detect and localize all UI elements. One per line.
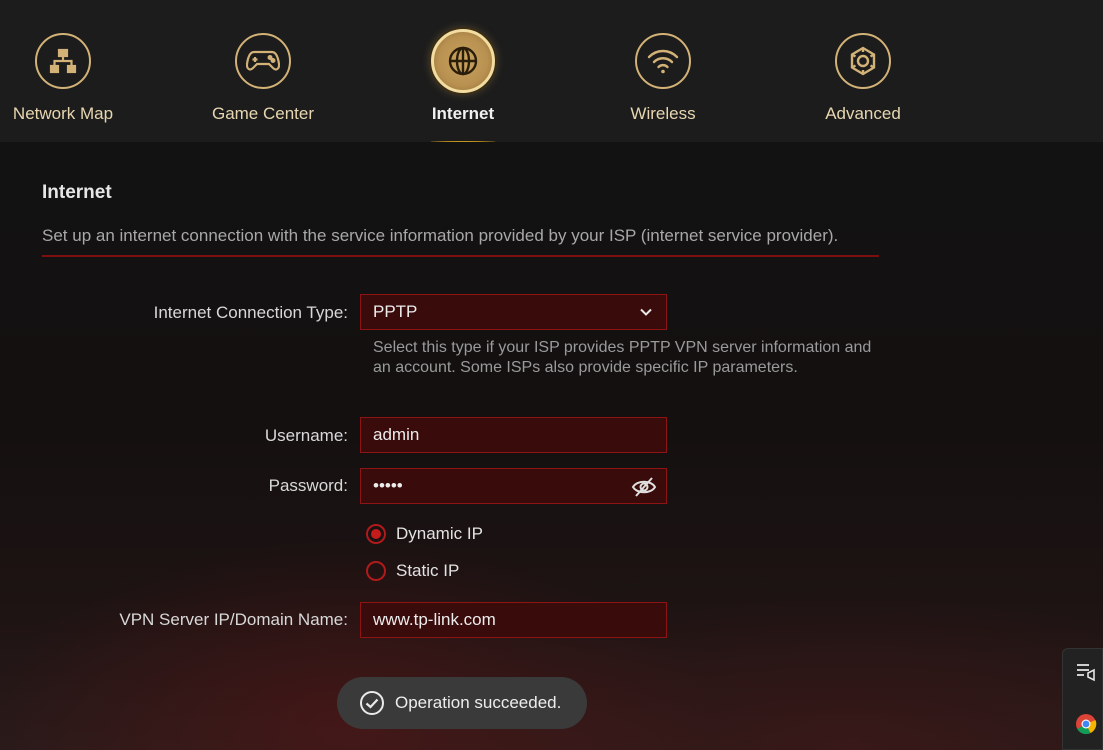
eye-hidden-icon[interactable] [631, 474, 657, 500]
password-field[interactable]: ••••• [360, 468, 667, 504]
vpn-server-field[interactable]: www.tp-link.com [360, 602, 667, 638]
nav-label-advanced: Advanced [825, 104, 901, 123]
gear-icon [835, 33, 891, 89]
connection-type-label: Internet Connection Type: [153, 303, 348, 322]
chevron-down-icon [640, 308, 652, 316]
success-toast: Operation succeeded. [337, 677, 587, 729]
wifi-icon [635, 33, 691, 89]
radio-static-ip[interactable]: Static IP [366, 561, 459, 581]
section-description: Set up an internet connection with the s… [42, 226, 839, 245]
nav-label-network-map: Network Map [12, 104, 114, 123]
nav-label-wireless: Wireless [630, 104, 696, 123]
queue-icon[interactable] [1075, 661, 1097, 683]
connection-type-hint: Select this type if your ISP provides PP… [373, 339, 872, 376]
password-label: Password: [268, 476, 348, 495]
radio-label-static-ip: Static IP [396, 561, 460, 580]
side-widget [1062, 648, 1103, 750]
username-label: Username: [264, 426, 348, 445]
nav-label-internet: Internet [431, 104, 495, 123]
chrome-icon[interactable] [1075, 713, 1097, 735]
vpn-server-label: VPN Server IP/Domain Name: [119, 610, 348, 629]
nav-item-wireless[interactable]: Wireless [563, 0, 763, 142]
section-divider [42, 255, 879, 257]
nav-item-advanced[interactable]: Advanced [763, 0, 963, 142]
password-value: ••••• [373, 476, 403, 495]
nav-item-game-center[interactable]: Game Center [163, 0, 363, 142]
radio-dynamic-ip[interactable]: Dynamic IP [366, 524, 483, 544]
gamepad-icon [235, 33, 291, 89]
radio-button[interactable] [366, 524, 386, 544]
nav-item-internet[interactable]: Internet [363, 0, 563, 142]
username-field[interactable]: admin [360, 417, 667, 453]
section-title: Internet [42, 182, 112, 203]
toast-message: Operation succeeded. [395, 693, 562, 712]
vpn-server-value: www.tp-link.com [373, 610, 496, 629]
username-value: admin [373, 425, 420, 444]
nav-label-game-center: Game Center [211, 104, 315, 123]
network-map-icon [35, 33, 91, 89]
globe-icon [431, 29, 495, 93]
check-circle-icon [360, 691, 384, 715]
radio-button[interactable] [366, 561, 386, 581]
radio-label-dynamic-ip: Dynamic IP [396, 524, 483, 543]
nav-item-network-map[interactable]: Network Map [0, 0, 163, 142]
top-navigation: Network Map Game Center Internet Wireles… [0, 0, 1103, 142]
connection-type-value: PPTP [373, 302, 418, 321]
connection-type-select[interactable]: PPTP [360, 294, 667, 330]
main-panel: Internet Set up an internet connection w… [0, 142, 1103, 750]
